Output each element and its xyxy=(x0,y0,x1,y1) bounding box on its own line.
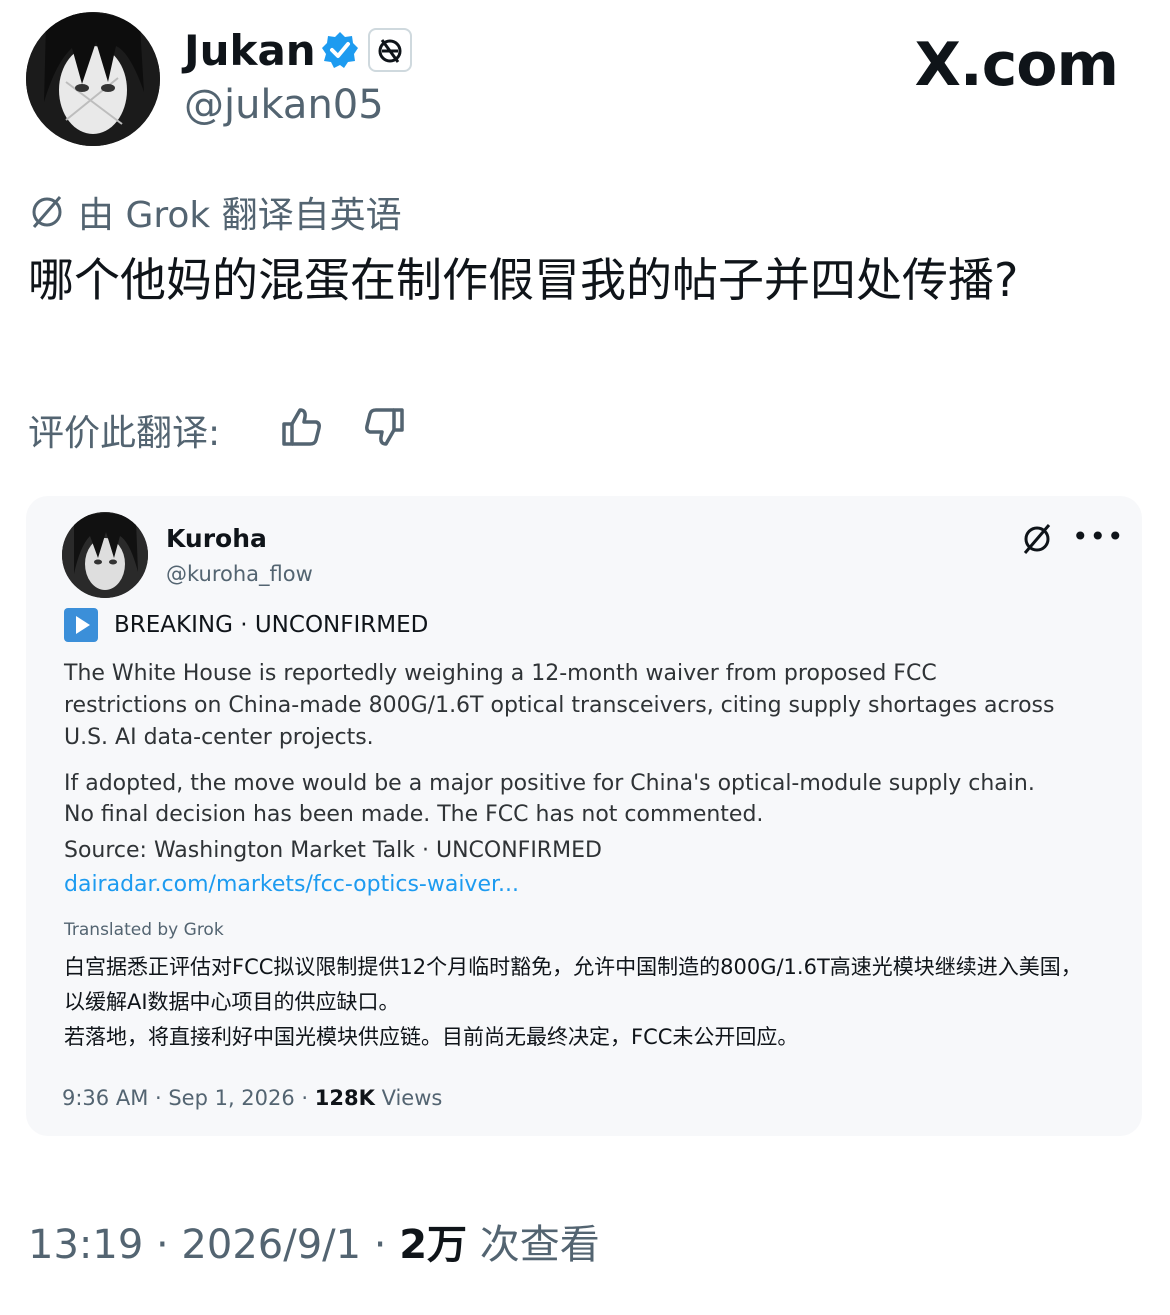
embedded-views-label: Views xyxy=(374,1086,443,1110)
site-logo: X.com xyxy=(914,30,1119,100)
translated-by-label: Translated by Grok xyxy=(64,920,224,940)
post-time: 13:19 · 2026/9/1 · xyxy=(28,1222,400,1268)
embedded-paragraph-1: The White House is reportedly weighing a… xyxy=(64,661,1055,750)
post-timestamp: 13:19 · 2026/9/1 · 2万 次查看 xyxy=(28,1212,600,1270)
grok-badge-icon[interactable] xyxy=(368,28,412,72)
post-text: 哪个他妈的混蛋在制作假冒我的帖子并四处传播? xyxy=(28,253,1019,307)
thumbs-down-icon[interactable] xyxy=(362,404,408,450)
grok-icon xyxy=(32,196,62,228)
grok-translate-icon[interactable] xyxy=(1020,522,1054,556)
embedded-time: 9:36 AM · Sep 1, 2026 · xyxy=(62,1086,315,1110)
embedded-author-handle[interactable]: @kuroha_flow xyxy=(166,562,313,586)
play-icon xyxy=(64,608,98,642)
embedded-paragraph-2: If adopted, the move would be a major po… xyxy=(64,771,1035,827)
breaking-tag: BREAKING · UNCONFIRMED xyxy=(114,612,429,638)
article-link[interactable]: dairadar.com/markets/fcc-optics-waiver..… xyxy=(64,872,519,897)
author-name[interactable]: Jukan xyxy=(184,26,316,75)
source-line: Source: Washington Market Talk · UNCONFI… xyxy=(64,838,602,863)
rate-translation-label: 评价此翻译: xyxy=(28,413,221,454)
avatar-kuroha[interactable] xyxy=(62,512,148,598)
embedded-author-name[interactable]: Kuroha xyxy=(166,524,267,553)
embedded-translation: 白宫据悉正评估对FCC拟议限制提供12个月临时豁免，允许中国制造的800G/1.… xyxy=(64,950,1084,1055)
avatar-illustration xyxy=(26,12,160,146)
embedded-timestamp: 9:36 AM · Sep 1, 2026 · 128K Views xyxy=(62,1086,442,1110)
post-views-count: 2万 xyxy=(399,1222,468,1268)
thumbs-up-icon[interactable] xyxy=(278,404,324,450)
translation-notice-text: 由 Grok 翻译自英语 xyxy=(78,195,402,236)
avatar-jukan[interactable] xyxy=(26,12,160,146)
author-handle[interactable]: @jukan05 xyxy=(184,82,384,128)
translation-notice: 由 Grok 翻译自英语 xyxy=(28,186,402,238)
embedded-views-count: 128K xyxy=(314,1086,375,1110)
post-views-label: 次查看 xyxy=(467,1222,600,1268)
verified-badge-icon xyxy=(320,30,360,70)
avatar-illustration xyxy=(62,512,148,598)
embedded-translation-line-1: 白宫据悉正评估对FCC拟议限制提供12个月临时豁免，允许中国制造的800G/1.… xyxy=(64,955,1082,1014)
more-options-icon[interactable]: ••• xyxy=(1072,520,1125,553)
embedded-translation-line-2: 若落地，将直接利好中国光模块供应链。目前尚无最终决定，FCC未公开回应。 xyxy=(64,1025,799,1049)
